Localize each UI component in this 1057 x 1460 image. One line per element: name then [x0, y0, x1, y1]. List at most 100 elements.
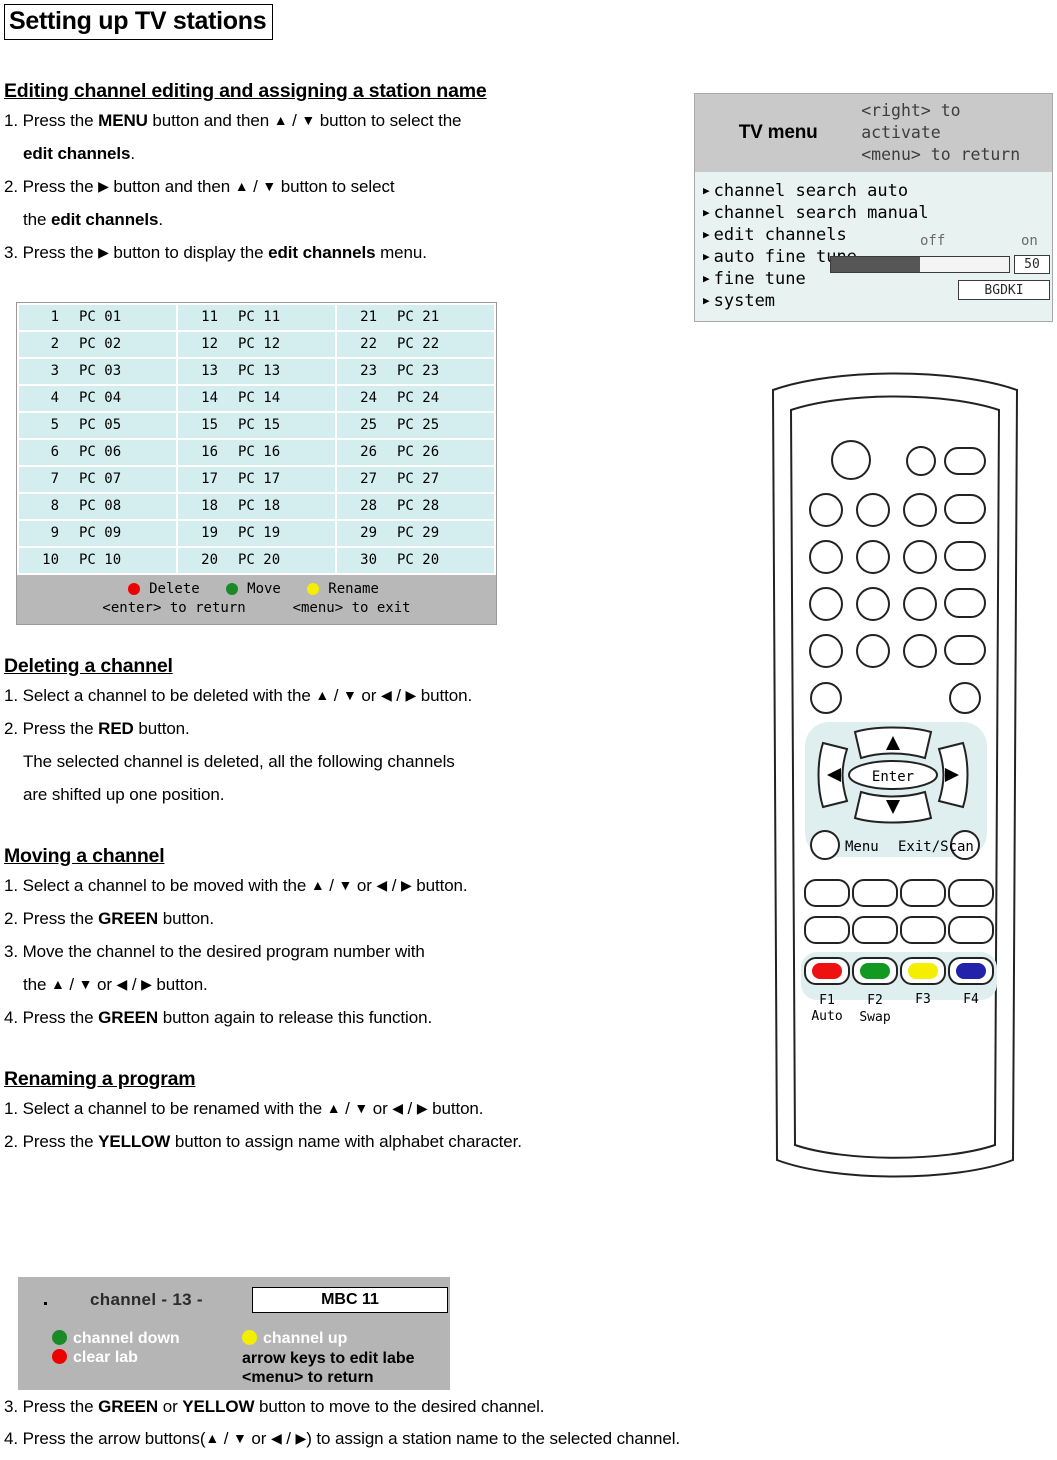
channel-name: PC 25 [397, 417, 440, 433]
channel-cell[interactable]: 4 PC 04 [19, 386, 176, 411]
step-moving-4: 4. Press the GREEN button again to relea… [4, 1008, 433, 1027]
tv-menu-item-edit-channels[interactable]: ▶ edit channels [703, 224, 1044, 246]
channel-cell[interactable]: 25 PC 25 [337, 413, 494, 438]
left-arrow-icon: ◀ [376, 877, 388, 893]
f3-label: F3 [915, 992, 931, 1007]
yellow-dot-icon [307, 583, 320, 595]
down-arrow-icon: ▼ [338, 877, 353, 893]
channel-cell[interactable]: 11 PC 11 [178, 305, 335, 330]
channel-cell[interactable]: 30 PC 20 [337, 548, 494, 573]
channel-name: PC 14 [238, 390, 281, 406]
channel-number: 26 [360, 444, 377, 460]
left-arrow-icon: ◀ [270, 1430, 282, 1446]
channel-cell[interactable]: 26 PC 26 [337, 440, 494, 465]
tv-menu-item-channel-search-manual[interactable]: ▶ channel search manual [703, 202, 1044, 224]
channel-name: PC 17 [238, 471, 281, 487]
channel-number: 22 [360, 336, 377, 352]
channel-number: 3 [50, 363, 59, 379]
fine-tune-slider[interactable] [830, 256, 1010, 273]
channel-name: PC 10 [79, 552, 122, 568]
edit-channels-table: 1 PC 01 11 PC 11 21 PC 21 2 PC 02 12 PC 12 22 PC 22… [16, 302, 497, 625]
red-dot-icon [128, 583, 141, 595]
channel-cell[interactable]: 19 PC 19 [178, 521, 335, 546]
step-renaming-2: 2. Press the YELLOW button to assign nam… [4, 1132, 522, 1151]
channel-name: PC 03 [79, 363, 122, 379]
channel-name: PC 19 [238, 525, 281, 541]
f1-label: F1 [819, 993, 835, 1008]
channel-cell[interactable]: 6 PC 06 [19, 440, 176, 465]
channel-cell[interactable]: 2 PC 02 [19, 332, 176, 357]
rename-channel-label: channel - 13 - [90, 1290, 203, 1309]
right-arrow-icon: ▶ [405, 687, 417, 703]
step-renaming-1: 1. Select a channel to be renamed with t… [4, 1099, 484, 1118]
step-moving-3b: the ▲ / ▼ or ◀ / ▶ button. [23, 975, 208, 994]
f3-yellow-key [908, 963, 938, 979]
left-arrow-icon: ◀ [380, 687, 392, 703]
up-arrow-icon: ▲ [234, 178, 249, 194]
channel-cell[interactable]: 23 PC 23 [337, 359, 494, 384]
channel-cell[interactable]: 24 PC 24 [337, 386, 494, 411]
channel-number: 18 [201, 498, 218, 514]
footer-menu-hint: <menu> to exit [292, 600, 411, 616]
legend-channel-down: channel down [52, 1330, 180, 1348]
system-value[interactable]: BGDKI [958, 280, 1050, 300]
channel-cell[interactable]: 12 PC 12 [178, 332, 335, 357]
channel-number: 6 [50, 444, 59, 460]
footer-rename: Rename [307, 581, 385, 597]
channel-cell[interactable]: 22 PC 22 [337, 332, 494, 357]
caret-right-icon: ▶ [703, 184, 710, 197]
channel-cell[interactable]: 29 PC 29 [337, 521, 494, 546]
channel-name: PC 07 [79, 471, 122, 487]
table-row: 5 PC 05 15 PC 15 25 PC 25 [19, 413, 494, 438]
menu-label: Menu [845, 839, 879, 855]
caret-right-icon: ▶ [703, 250, 710, 263]
tv-menu-item-channel-search-auto[interactable]: ▶ channel search auto [703, 180, 1044, 202]
down-arrow-icon: ▼ [262, 178, 277, 194]
channel-number: 14 [201, 390, 218, 406]
yellow-dot-icon [242, 1330, 257, 1345]
channel-name: PC 20 [238, 552, 281, 568]
fine-tune-slider-fill [831, 257, 920, 272]
red-dot-icon [52, 1349, 67, 1364]
caret-right-icon: ▶ [703, 228, 710, 241]
edit-channels-footer: Delete Move Rename <enter> to return <me… [17, 575, 496, 624]
channel-cell[interactable]: 27 PC 27 [337, 467, 494, 492]
channel-cell[interactable]: 20 PC 20 [178, 548, 335, 573]
channel-cell[interactable]: 16 PC 16 [178, 440, 335, 465]
channel-cell[interactable]: 8 PC 08 [19, 494, 176, 519]
channel-cell[interactable]: 1 PC 01 [19, 305, 176, 330]
channel-cell[interactable]: 15 PC 15 [178, 413, 335, 438]
footer-move: Move [226, 581, 287, 597]
step-editing-2: 2. Press the ▶ button and then ▲ / ▼ but… [4, 177, 395, 196]
channel-cell[interactable]: 3 PC 03 [19, 359, 176, 384]
channel-cell[interactable]: 18 PC 18 [178, 494, 335, 519]
channel-cell[interactable]: 9 PC 09 [19, 521, 176, 546]
channel-number: 5 [50, 417, 59, 433]
channel-name: PC 02 [79, 336, 122, 352]
right-arrow-icon: ▶ [98, 244, 109, 260]
page-title: Setting up TV stations [4, 4, 274, 40]
channel-cell[interactable]: 17 PC 17 [178, 467, 335, 492]
channel-cell[interactable]: 13 PC 13 [178, 359, 335, 384]
channel-name: PC 18 [238, 498, 281, 514]
green-dot-icon [226, 583, 239, 595]
down-arrow-icon: ▼ [301, 112, 316, 128]
channel-number: 19 [201, 525, 218, 541]
step-deleting-2: 2. Press the RED button. [4, 719, 190, 738]
channel-cell[interactable]: 10 PC 10 [19, 548, 176, 573]
channel-cell[interactable]: 21 PC 21 [337, 305, 494, 330]
section-heading-moving: Moving a channel [4, 845, 165, 867]
channel-number: 8 [50, 498, 59, 514]
arrow-hint-line2: <menu> to return [242, 1369, 374, 1386]
station-name-field[interactable]: MBC 11 [252, 1287, 448, 1313]
table-row: 1 PC 01 11 PC 11 21 PC 21 [19, 305, 494, 330]
channel-number: 4 [50, 390, 59, 406]
channel-name: PC 21 [397, 309, 440, 325]
channel-number: 7 [50, 471, 59, 487]
channel-cell[interactable]: 7 PC 07 [19, 467, 176, 492]
channel-cell[interactable]: 28 PC 28 [337, 494, 494, 519]
tv-menu-title: TV menu [738, 122, 818, 143]
channel-number: 30 [360, 552, 377, 568]
channel-cell[interactable]: 5 PC 05 [19, 413, 176, 438]
channel-cell[interactable]: 14 PC 14 [178, 386, 335, 411]
